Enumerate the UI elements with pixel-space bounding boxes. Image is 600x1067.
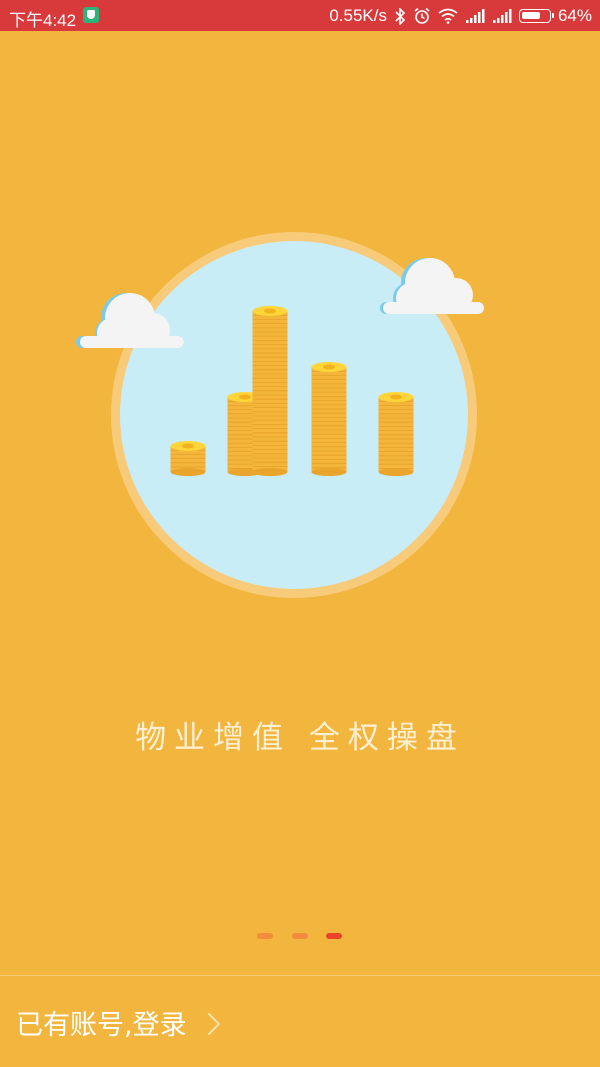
coin-stack [252, 306, 288, 476]
tagline: 物业增值 全权操盘 [135, 720, 465, 756]
coins-illustration [76, 232, 484, 598]
login-label: 已有账号,登录 [16, 1010, 187, 1041]
chevron-right-icon [197, 1012, 220, 1035]
footer-divider [0, 975, 600, 976]
coin-stack [170, 441, 206, 476]
page-dot [257, 933, 273, 939]
login-link[interactable]: 已有账号,登录 [16, 1003, 220, 1042]
page-dot [326, 933, 342, 939]
coin-stack [311, 362, 347, 476]
coin-stack [378, 392, 414, 476]
page-dot [292, 933, 308, 939]
page-indicator [0, 933, 600, 941]
